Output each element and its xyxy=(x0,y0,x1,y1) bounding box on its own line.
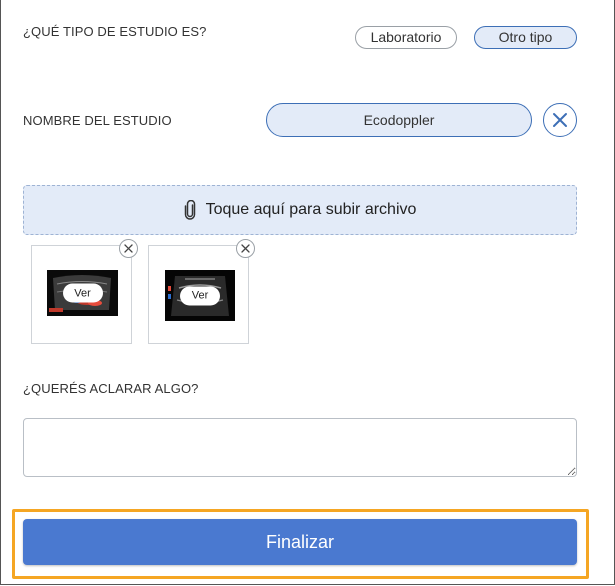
clear-study-name-button[interactable] xyxy=(543,103,577,137)
upload-file-button[interactable]: Toque aquí para subir archivo xyxy=(23,185,577,235)
upload-label: Toque aquí para subir archivo xyxy=(205,201,417,218)
finish-button[interactable]: Finalizar xyxy=(23,519,577,565)
close-icon xyxy=(124,244,133,253)
close-icon xyxy=(241,244,250,253)
paperclip-icon xyxy=(184,200,196,220)
study-name-value: Ecodoppler xyxy=(363,112,435,128)
study-name-field[interactable]: Ecodoppler xyxy=(266,103,532,137)
option-laboratorio[interactable]: Laboratorio xyxy=(355,26,457,49)
ultrasound-image: Ver xyxy=(47,270,118,316)
remove-attachment-button[interactable] xyxy=(236,239,255,258)
option-otro-tipo[interactable]: Otro tipo xyxy=(474,26,577,49)
attachment-thumbnail: Ver xyxy=(148,239,255,344)
view-attachment-button[interactable]: Ver xyxy=(62,283,103,303)
notes-textarea[interactable] xyxy=(23,418,577,477)
ultrasound-image: Ver xyxy=(165,270,235,321)
remove-attachment-button[interactable] xyxy=(119,239,138,258)
study-name-label: NOMBRE DEL ESTUDIO xyxy=(23,113,172,128)
notes-question: ¿QUERÉS ACLARAR ALGO? xyxy=(23,381,199,396)
attachment-thumbnail: Ver xyxy=(31,239,138,344)
view-attachment-button[interactable]: Ver xyxy=(180,286,220,305)
close-icon xyxy=(553,113,567,127)
study-type-question: ¿QUÉ TIPO DE ESTUDIO ES? xyxy=(23,24,207,39)
